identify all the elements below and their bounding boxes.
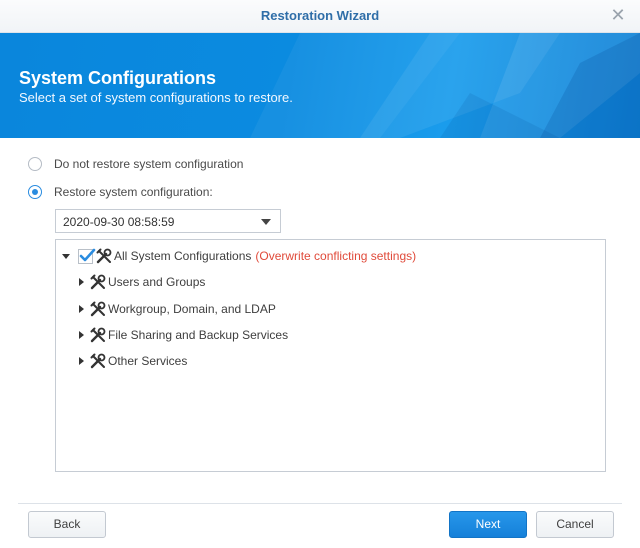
tools-icon [90, 327, 106, 343]
title-bar: Restoration Wizard ✕ [0, 0, 640, 33]
back-button[interactable]: Back [28, 511, 106, 538]
option-do-not-restore[interactable]: Do not restore system configuration [28, 155, 243, 173]
page-subtitle: Select a set of system configurations to… [19, 90, 293, 105]
radio-restore[interactable] [28, 185, 42, 199]
chevron-down-icon[interactable] [261, 219, 271, 225]
expand-arrow-icon[interactable] [79, 357, 84, 365]
option-do-not-restore-label: Do not restore system configuration [54, 157, 244, 171]
cancel-button[interactable]: Cancel [536, 511, 614, 538]
checkmark-icon [79, 248, 96, 261]
tree-node-label: File Sharing and Backup Services [108, 328, 289, 342]
tree-node-other-services[interactable]: Other Services [79, 352, 187, 370]
tools-icon [90, 274, 106, 290]
all-configurations-checkbox[interactable] [78, 248, 96, 264]
tools-icon [90, 301, 106, 317]
header-banner: System Configurations Select a set of sy… [0, 33, 640, 138]
tree-node-label: Users and Groups [108, 275, 206, 289]
tree-node-label: All System Configurations [114, 249, 252, 263]
tree-node-workgroup-domain-ldap[interactable]: Workgroup, Domain, and LDAP [79, 300, 276, 318]
window-title: Restoration Wizard [260, 8, 380, 23]
snapshot-select[interactable]: 2020-09-30 08:58:59 [55, 209, 281, 233]
next-button[interactable]: Next [449, 511, 527, 538]
tree-node-label: Other Services [108, 354, 188, 368]
tree-node-label: Workgroup, Domain, and LDAP [108, 302, 276, 316]
tree-node-file-sharing-backup[interactable]: File Sharing and Backup Services [79, 326, 288, 344]
snapshot-select-value: 2020-09-30 08:58:59 [63, 215, 175, 229]
tree-node-users-groups[interactable]: Users and Groups [79, 273, 205, 291]
expand-arrow-icon[interactable] [79, 331, 84, 339]
close-icon[interactable]: ✕ [608, 4, 628, 26]
configuration-tree[interactable]: All System Configurations (Overwrite con… [55, 239, 606, 472]
tools-icon [96, 248, 112, 264]
option-restore-label: Restore system configuration: [54, 185, 213, 199]
collapse-arrow-icon[interactable] [62, 253, 70, 259]
radio-do-not-restore[interactable] [28, 157, 42, 171]
overwrite-warning: (Overwrite conflicting settings) [255, 249, 417, 263]
expand-arrow-icon[interactable] [79, 305, 84, 313]
tree-node-all-configurations[interactable]: All System Configurations (Overwrite con… [62, 247, 416, 265]
footer-divider [18, 503, 622, 504]
expand-arrow-icon[interactable] [79, 278, 84, 286]
tools-icon [90, 353, 106, 369]
option-restore[interactable]: Restore system configuration: [28, 183, 213, 201]
page-title: System Configurations [19, 68, 217, 88]
